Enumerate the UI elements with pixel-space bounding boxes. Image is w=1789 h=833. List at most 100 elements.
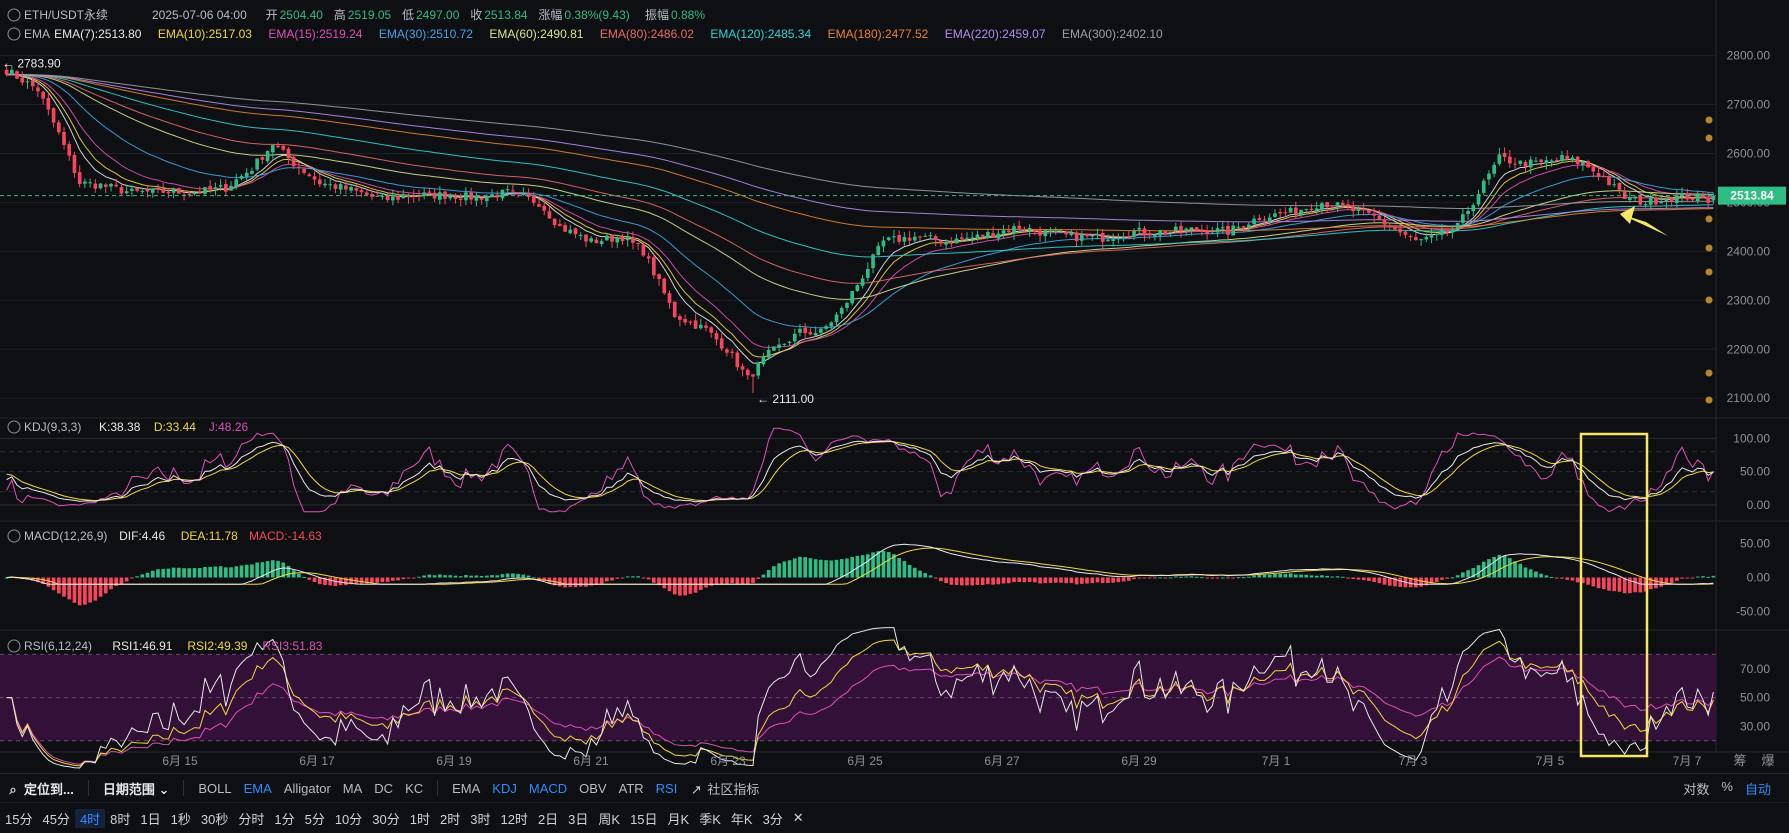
candle-body	[1601, 176, 1606, 178]
macd-histogram-bar	[1069, 577, 1074, 584]
macd-histogram-bar	[1372, 577, 1376, 582]
candle-body	[93, 183, 98, 189]
macd-histogram-bar	[1038, 577, 1042, 584]
timeframe-11[interactable]: 30分	[367, 809, 404, 828]
community-indicators-button[interactable]: ↗ 社区指标	[683, 779, 765, 798]
candle-body	[1440, 229, 1444, 235]
main-indicator-alligator[interactable]: Alligator	[278, 781, 337, 796]
timeframe-7[interactable]: 分时	[233, 809, 269, 828]
percent-scale-toggle[interactable]: %	[1715, 779, 1739, 798]
timeframe-15[interactable]: 12时	[495, 809, 532, 828]
macd-histogram-bar	[218, 566, 223, 578]
macd-histogram-bar	[725, 577, 729, 585]
macd-histogram-bar	[1455, 575, 1460, 578]
timeframe-5[interactable]: 1秒	[166, 809, 196, 828]
candle-body	[130, 188, 134, 191]
macd-histogram-bar	[1554, 577, 1559, 579]
chart-area[interactable]: 2800.002700.002600.002500.002400.002300.…	[0, 0, 1789, 773]
macd-histogram-bar	[912, 567, 917, 578]
candle-body	[1038, 230, 1042, 236]
macd-histogram-bar	[1434, 577, 1439, 582]
macd-histogram-bar	[109, 577, 113, 590]
ohlc-legend-item: 高	[334, 7, 346, 22]
macd-histogram-bar	[83, 577, 87, 605]
macd-histogram-bar	[1194, 576, 1199, 578]
candle-body	[881, 240, 886, 247]
macd-histogram-bar	[1340, 576, 1345, 578]
candle-body	[338, 184, 343, 190]
candle-body	[777, 344, 781, 348]
macd-histogram-bar	[98, 577, 103, 597]
macd-histogram-bar	[1288, 573, 1293, 578]
candle-body	[573, 228, 578, 235]
macd-histogram-bar	[1575, 577, 1580, 583]
candle-body	[1419, 239, 1423, 241]
timeframe-6[interactable]: 30秒	[196, 809, 233, 828]
candle-body	[1628, 197, 1632, 200]
timeframe-16[interactable]: 2日	[533, 809, 563, 828]
timeframe-0[interactable]: 15分	[0, 809, 37, 828]
sub-indicator-ema[interactable]: EMA	[446, 781, 486, 796]
ema-line-7	[6, 72, 1714, 364]
candle-body	[1288, 207, 1293, 213]
macd-histogram-bar	[1022, 577, 1027, 583]
timeframe-19[interactable]: 15日	[625, 809, 662, 828]
timeframe-9[interactable]: 5分	[300, 809, 330, 828]
timeframe-13[interactable]: 2时	[435, 809, 465, 828]
timeframe-4[interactable]: 1日	[135, 809, 165, 828]
axis-marker-dot	[1705, 396, 1713, 404]
macd-histogram-bar	[464, 575, 468, 578]
timeframe-17[interactable]: 3日	[563, 809, 593, 828]
log-scale-toggle[interactable]: 对数	[1677, 779, 1715, 798]
auto-scale-toggle[interactable]: 自动	[1739, 779, 1777, 798]
chevron-down-icon: ⌄	[158, 781, 170, 797]
locate-button[interactable]: ⌕ 定位到...	[0, 779, 80, 798]
sub-indicator-kdj[interactable]: KDJ	[486, 781, 523, 796]
candle-body	[166, 191, 171, 194]
sub-indicator-atr[interactable]: ATR	[613, 781, 650, 796]
main-indicator-kc[interactable]: KC	[399, 781, 429, 796]
timeframe-21[interactable]: 季K	[694, 809, 726, 828]
macd-histogram-bar	[317, 577, 322, 585]
candle-body	[260, 157, 265, 160]
candle-body	[4, 69, 9, 75]
candle-body	[928, 235, 933, 237]
macd-histogram-bar	[1518, 563, 1523, 578]
macd-histogram-bar	[124, 577, 129, 582]
macd-histogram-bar	[1095, 577, 1100, 583]
candle-body	[1325, 202, 1329, 208]
ema-legend-item: EMA(15):2519.24	[268, 27, 362, 41]
timeframe-2[interactable]: 4时	[74, 808, 106, 828]
candle-body	[772, 346, 776, 351]
macd-histogram-bar	[923, 573, 928, 578]
timeframe-23[interactable]: 3分	[758, 809, 788, 828]
timeframe-8[interactable]: 1分	[269, 809, 299, 828]
timeframe-12[interactable]: 1时	[405, 809, 435, 828]
sub-indicator-rsi[interactable]: RSI	[650, 781, 684, 796]
candle-body	[1278, 211, 1282, 214]
main-indicator-ma[interactable]: MA	[337, 781, 369, 796]
timeframe-3[interactable]: 8时	[105, 809, 135, 828]
candle-body	[203, 187, 207, 194]
candle-body	[385, 195, 390, 201]
close-icon[interactable]: ✕	[788, 810, 809, 826]
timeframe-10[interactable]: 10分	[330, 809, 367, 828]
sub-indicator-macd[interactable]: MACD	[523, 781, 573, 796]
candle-body	[782, 343, 787, 345]
sub-indicator-obv[interactable]: OBV	[573, 781, 612, 796]
candle-body	[161, 188, 166, 193]
macd-histogram-bar	[730, 577, 734, 584]
main-indicator-dc[interactable]: DC	[368, 781, 399, 796]
timeframe-22[interactable]: 年K	[726, 809, 758, 828]
candle-body	[813, 332, 818, 336]
candle-body	[584, 234, 588, 242]
macd-histogram-bar	[265, 561, 270, 578]
timeframe-1[interactable]: 45分	[37, 809, 74, 828]
main-indicator-boll[interactable]: BOLL	[192, 781, 237, 796]
main-indicator-ema[interactable]: EMA	[238, 781, 278, 796]
timeframe-18[interactable]: 周K	[593, 809, 625, 828]
timeframe-20[interactable]: 月K	[663, 809, 695, 828]
candle-body	[1565, 155, 1570, 160]
timeframe-14[interactable]: 3时	[465, 809, 495, 828]
date-range-dropdown[interactable]: 日期范围 ⌄	[97, 779, 176, 798]
